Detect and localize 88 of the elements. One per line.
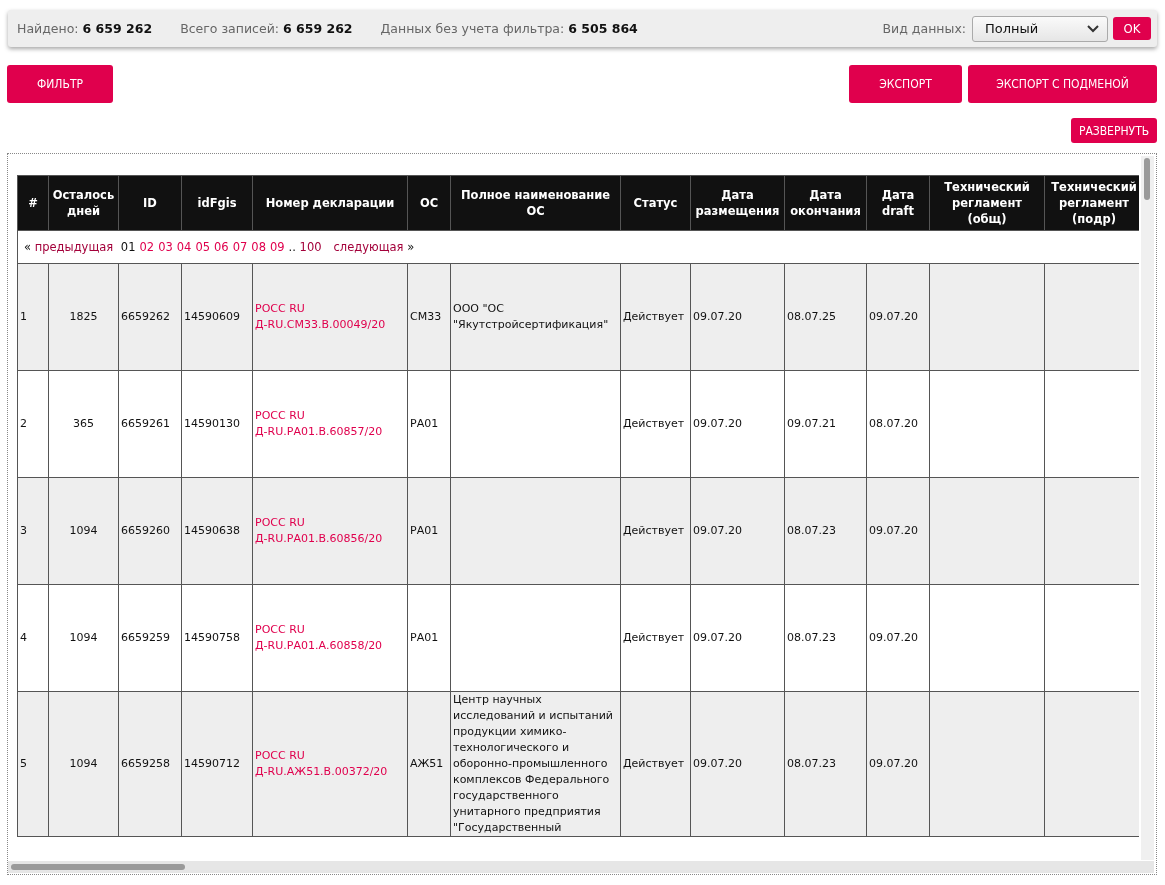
table-cell: 6659261: [118, 370, 182, 478]
next-link[interactable]: следующая: [333, 240, 404, 254]
table-cell: 08.07.23: [784, 477, 867, 585]
table-cell: Центр научных исследований и испытаний продукции химико-технологического и оборонно-промышленного комплексов Федерального государственного унитарного предприятия "Государственный: [450, 691, 621, 837]
table-cell: 09.07.20: [690, 477, 785, 585]
expand-button[interactable]: РАЗВЕРНУТЬ: [1071, 118, 1157, 143]
table-cell: 5: [17, 691, 49, 837]
table-cell: 09.07.20: [690, 584, 785, 692]
column-header[interactable]: Дата размещения: [690, 175, 785, 231]
table-cell: 4: [17, 584, 49, 692]
prev-arrow: «: [24, 240, 32, 254]
column-header[interactable]: Технический регламент (общ): [929, 175, 1045, 231]
table-cell: 14590758: [181, 584, 253, 692]
horizontal-scrollbar[interactable]: [8, 861, 1154, 873]
table-cell: Действует: [620, 370, 691, 478]
page-link[interactable]: 01: [120, 240, 136, 254]
vertical-scrollbar[interactable]: [1141, 156, 1154, 860]
view-select[interactable]: Полный: [972, 15, 1108, 42]
table-cell: 09.07.20: [866, 477, 930, 585]
table-cell: 09.07.20: [690, 263, 785, 371]
page-link[interactable]: 05: [195, 240, 211, 254]
table-cell: 2: [17, 370, 49, 478]
summary-stat: Всего записей: 6 659 262: [180, 21, 353, 36]
view-label: Вид данных:: [882, 21, 966, 36]
table-cell: 09.07.20: [690, 691, 785, 837]
table-cell: 6659259: [118, 584, 182, 692]
table-cell: 14590130: [181, 370, 253, 478]
ok-button[interactable]: OK: [1113, 17, 1151, 40]
table-cell: 14590609: [181, 263, 253, 371]
column-header[interactable]: Номер декларации: [252, 175, 408, 231]
table-cell: Действует: [620, 691, 691, 837]
summary-stat: Данных без учета фильтра: 6 505 864: [380, 21, 638, 36]
table-cell: 1094: [48, 584, 119, 692]
column-header[interactable]: ОС: [407, 175, 451, 231]
column-header[interactable]: #: [17, 175, 49, 231]
column-header[interactable]: Технический регламент (подр): [1044, 175, 1139, 231]
chevron-down-icon: [1087, 24, 1099, 33]
column-header[interactable]: Полное наименование ОС: [450, 175, 621, 231]
table-cell: 3: [17, 477, 49, 585]
table-cell: РА01: [407, 477, 451, 585]
table-cell: Действует: [620, 263, 691, 371]
table-cell: 6659258: [118, 691, 182, 837]
table-cell: 09.07.20: [866, 263, 930, 371]
table-cell: 1094: [48, 477, 119, 585]
table-cell: 365: [48, 370, 119, 478]
table-cell: 6659260: [118, 477, 182, 585]
page-link[interactable]: 100: [299, 240, 322, 254]
table-cell: РА01: [407, 584, 451, 692]
page-link[interactable]: 03: [158, 240, 173, 254]
table-cell: 14590712: [181, 691, 253, 837]
table-cell: 1094: [48, 691, 119, 837]
table-cell: 09.07.21: [784, 370, 867, 478]
next-arrow: »: [407, 240, 415, 254]
column-header[interactable]: Осталось дней: [48, 175, 119, 231]
page-link[interactable]: 07: [232, 240, 248, 254]
prev-link[interactable]: предыдущая: [34, 240, 114, 254]
page-link[interactable]: 02: [139, 240, 155, 254]
table-cell: 08.07.25: [784, 263, 867, 371]
column-header[interactable]: Дата окончания: [784, 175, 867, 231]
table-cell: 09.07.20: [866, 691, 930, 837]
table-cell: 14590638: [181, 477, 253, 585]
table-cell: 1825: [48, 263, 119, 371]
table-cell: СМ33: [407, 263, 451, 371]
table-cell: Действует: [620, 477, 691, 585]
export-replace-button[interactable]: ЭКСПОРТ С ПОДМЕНОЙ: [968, 65, 1157, 103]
column-header[interactable]: Статус: [620, 175, 691, 231]
page-link[interactable]: 04: [176, 240, 192, 254]
page-link[interactable]: 09: [269, 240, 285, 254]
summary-stat: Найдено: 6 659 262: [17, 21, 153, 36]
table-cell: 6659262: [118, 263, 182, 371]
table-cell: 09.07.20: [866, 584, 930, 692]
table-cell: АЖ51: [407, 691, 451, 837]
table-cell: 09.07.20: [690, 370, 785, 478]
table-cell: 08.07.20: [866, 370, 930, 478]
table-cell: 08.07.23: [784, 691, 867, 837]
column-header[interactable]: Дата draft: [866, 175, 930, 231]
column-header[interactable]: ID: [118, 175, 182, 231]
ellipsis: ..: [288, 240, 296, 254]
column-header[interactable]: idFgis: [181, 175, 253, 231]
table-cell: Действует: [620, 584, 691, 692]
table-cell: РА01: [407, 370, 451, 478]
page-link[interactable]: 08: [251, 240, 266, 254]
page-link[interactable]: 06: [214, 240, 229, 254]
export-button[interactable]: ЭКСПОРТ: [849, 65, 962, 103]
table-cell: 1: [17, 263, 49, 371]
table-cell: ООО "ОС "Якутстройсертификация": [450, 263, 621, 371]
table-cell: 08.07.23: [784, 584, 867, 692]
filter-button[interactable]: ФИЛЬТР: [7, 65, 113, 103]
